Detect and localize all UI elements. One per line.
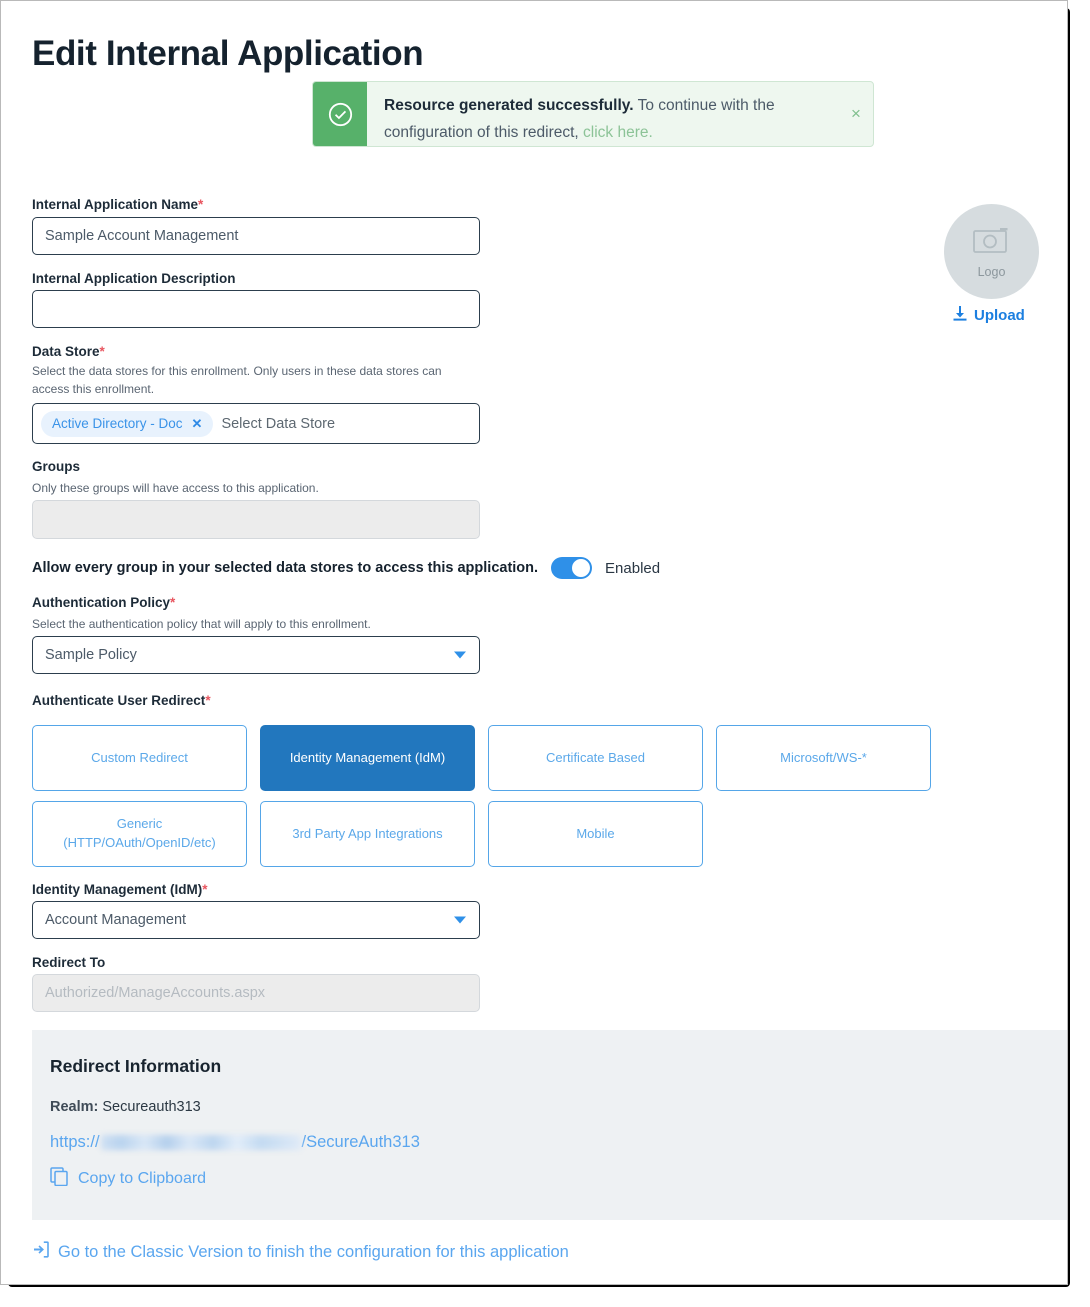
app-description-label: Internal Application Description	[32, 271, 236, 286]
redirect-to-label: Redirect To	[32, 955, 105, 970]
logo-placeholder[interactable]: Logo	[944, 204, 1039, 299]
app-description-label-text: Internal Application Description	[32, 271, 236, 286]
app-name-label-text: Internal Application Name	[32, 197, 199, 212]
url-host-redacted	[100, 1135, 301, 1150]
required-marker: *	[170, 595, 176, 610]
data-store-chip[interactable]: Active Directory - Doc ✕	[41, 410, 214, 437]
data-store-placeholder: Select Data Store	[221, 415, 336, 432]
authenticate-user-redirect-label: Authenticate User Redirect*	[32, 693, 211, 708]
groups-input	[32, 500, 480, 539]
authenticate-user-redirect-label-text: Authenticate User Redirect	[32, 693, 206, 708]
close-icon[interactable]: ✕	[192, 416, 203, 432]
tile-certificate-based[interactable]: Certificate Based	[488, 725, 703, 791]
logo-caption: Logo	[977, 264, 1006, 279]
upload-label: Upload	[974, 307, 1025, 324]
allow-every-group-toggle[interactable]	[551, 557, 593, 579]
redirect-information-title: Redirect Information	[50, 1056, 222, 1076]
required-marker: *	[205, 693, 211, 708]
upload-button[interactable]: Upload	[953, 306, 1025, 325]
redirect-to-label-text: Redirect To	[32, 955, 106, 970]
redirect-url[interactable]: https:// /SecureAuth313	[50, 1133, 1067, 1152]
allow-every-group-state: Enabled	[605, 559, 661, 577]
app-name-label: Internal Application Name*	[32, 197, 203, 212]
application-window: Edit Internal Application Resource gener…	[0, 0, 1068, 1285]
app-description-input[interactable]	[32, 290, 480, 328]
auth-policy-label-text: Authentication Policy	[32, 595, 171, 610]
groups-help: Only these groups will have access to th…	[32, 481, 319, 495]
auth-policy-value: Sample Policy	[45, 647, 137, 663]
allow-every-group-row: Allow every group in your selected data …	[32, 557, 660, 579]
required-marker: *	[99, 344, 105, 359]
download-icon	[953, 306, 967, 325]
data-store-label: Data Store*	[32, 344, 105, 359]
page-content: Edit Internal Application Resource gener…	[1, 1, 1067, 1284]
redirect-information-panel: Redirect Information Realm: Secureauth31…	[32, 1030, 1067, 1220]
auth-policy-label: Authentication Policy*	[32, 595, 175, 610]
alert-click-here-link[interactable]: click here.	[583, 124, 653, 141]
groups-label: Groups	[32, 459, 80, 474]
chevron-down-icon	[454, 651, 466, 659]
copy-to-clipboard-button[interactable]: Copy to Clipboard	[50, 1167, 206, 1191]
redirect-to-input	[32, 974, 480, 1012]
allow-every-group-label: Allow every group in your selected data …	[32, 560, 539, 576]
url-suffix: /SecureAuth313	[301, 1133, 420, 1151]
redirect-type-tiles: Custom Redirect Identity Management (IdM…	[32, 725, 952, 867]
required-marker: *	[202, 882, 208, 897]
data-store-input[interactable]: Active Directory - Doc ✕ Select Data Sto…	[32, 403, 480, 444]
classic-version-link[interactable]: Go to the Classic Version to finish the …	[32, 1241, 569, 1263]
alert-message: Resource generated successfully. To cont…	[367, 82, 839, 146]
copy-icon	[50, 1167, 69, 1191]
idm-label: Identity Management (IdM)*	[32, 882, 208, 897]
data-store-help: Select the data stores for this enrollme…	[32, 364, 442, 396]
tile-identity-management[interactable]: Identity Management (IdM)	[260, 725, 475, 791]
tile-custom-redirect[interactable]: Custom Redirect	[32, 725, 247, 791]
alert-headline: Resource generated successfully.	[384, 97, 634, 114]
realm-label: Realm:	[50, 1099, 99, 1115]
copy-label: Copy to Clipboard	[78, 1170, 207, 1187]
chip-label: Active Directory - Doc	[52, 416, 183, 431]
check-circle-icon	[313, 82, 367, 146]
success-alert: Resource generated successfully. To cont…	[312, 81, 874, 147]
idm-label-text: Identity Management (IdM)	[32, 882, 203, 897]
chevron-down-icon	[454, 916, 466, 924]
groups-label-text: Groups	[32, 459, 81, 474]
auth-policy-select[interactable]: Sample Policy	[32, 636, 480, 674]
tile-generic[interactable]: Generic (HTTP/OAuth/OpenID/etc)	[32, 801, 247, 867]
tile-mobile[interactable]: Mobile	[488, 801, 703, 867]
camera-icon	[971, 225, 1013, 262]
tile-microsoft-ws[interactable]: Microsoft/WS-*	[716, 725, 931, 791]
realm-row: Realm: Secureauth313	[50, 1099, 1067, 1115]
idm-value: Account Management	[45, 912, 187, 928]
classic-version-label: Go to the Classic Version to finish the …	[58, 1242, 569, 1261]
auth-policy-help: Select the authentication policy that wi…	[32, 617, 371, 631]
toggle-knob	[571, 558, 592, 578]
close-icon[interactable]: ×	[839, 82, 873, 146]
url-prefix: https://	[50, 1133, 100, 1151]
page-title: Edit Internal Application	[32, 34, 424, 73]
data-store-label-text: Data Store	[32, 344, 100, 359]
idm-select[interactable]: Account Management	[32, 901, 480, 939]
enter-box-icon	[32, 1241, 49, 1263]
realm-value: Secureauth313	[102, 1099, 201, 1115]
required-marker: *	[198, 197, 204, 212]
tile-3rd-party-app-integrations[interactable]: 3rd Party App Integrations	[260, 801, 475, 867]
app-name-input[interactable]	[32, 217, 480, 255]
